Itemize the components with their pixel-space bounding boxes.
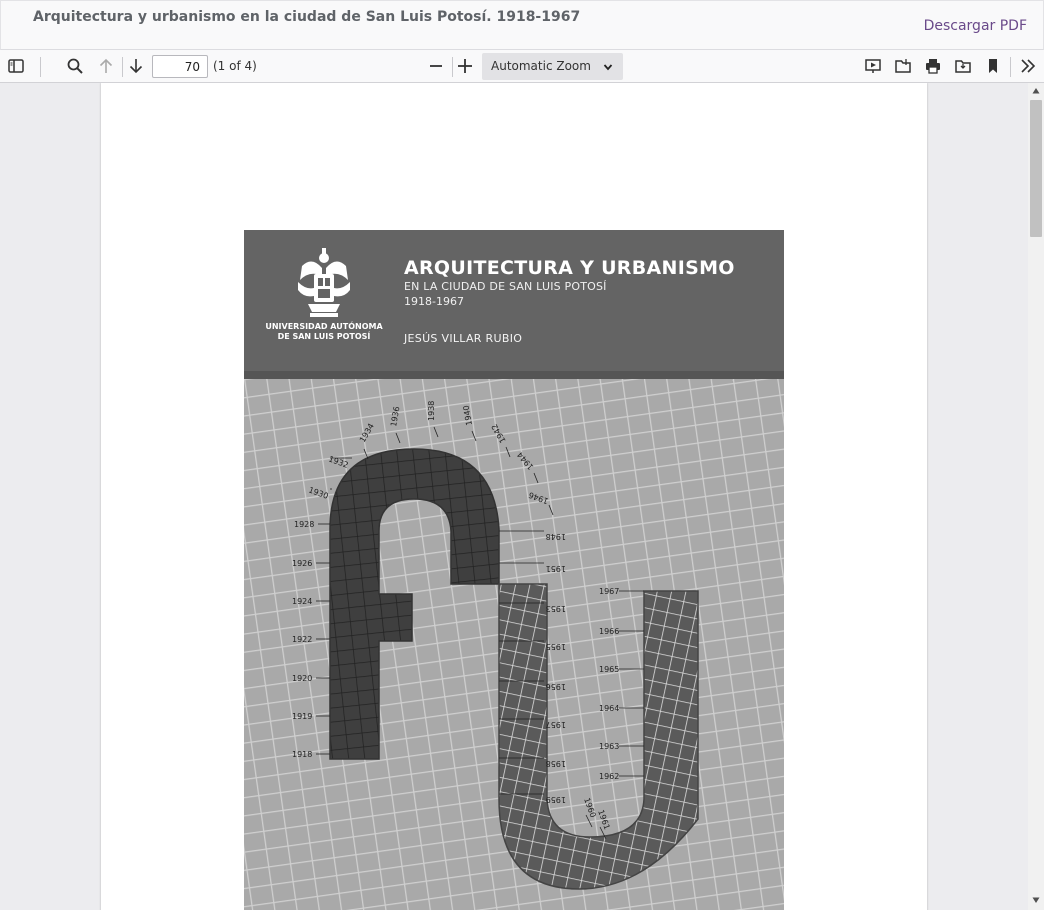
cover-year-label: 1957 — [546, 720, 566, 729]
cover-map-illustration: 1932193019281926192419221920191919181934… — [244, 379, 784, 910]
cover-header: UNIVERSIDAD AUTÓNOMA DE SAN LUIS POTOSÍ … — [244, 230, 784, 371]
university-crest-icon — [298, 248, 350, 317]
previous-page-button[interactable] — [94, 54, 118, 78]
scroll-up-arrow-icon[interactable] — [1032, 87, 1040, 95]
arrow-up-icon — [99, 58, 113, 73]
cover-year-label: 1924 — [292, 597, 312, 606]
cover-year-label: 1920 — [292, 674, 312, 683]
page-number-input[interactable] — [152, 55, 208, 78]
document-title: Arquitectura y urbanismo en la ciudad de… — [33, 9, 581, 25]
bookmark-icon — [989, 59, 997, 73]
page-count-label: (1 of 4) — [213, 59, 257, 73]
zoom-select-value: Automatic Zoom — [491, 59, 591, 73]
double-chevron-right-icon — [1021, 59, 1036, 73]
cover-subtitle: EN LA CIUDAD DE SAN LUIS POTOSÍ — [404, 280, 607, 293]
cover-author: JESÚS VILLAR RUBIO — [404, 332, 523, 345]
cover-year-label: 1959 — [546, 795, 566, 804]
cover-year-label: 1965 — [599, 665, 619, 674]
search-icon — [67, 58, 83, 74]
pdf-toolbar: (1 of 4) Automatic Zoom — [0, 50, 1044, 83]
document-header: Arquitectura y urbanismo en la ciudad de… — [0, 0, 1044, 50]
arrow-down-icon — [129, 59, 143, 74]
toolbar-divider — [122, 57, 123, 77]
cover-year-label: 1963 — [599, 742, 619, 751]
print-icon — [926, 59, 940, 74]
cover-title: ARQUITECTURA Y URBANISMO — [404, 257, 735, 279]
zoom-in-button[interactable] — [453, 54, 477, 78]
presentation-mode-button[interactable] — [861, 54, 885, 78]
cover-year-label: 1953 — [546, 604, 566, 613]
cover-divider-strip — [244, 371, 784, 379]
save-button[interactable] — [951, 54, 975, 78]
print-button[interactable] — [921, 54, 945, 78]
cover-year-label: 1955 — [546, 642, 566, 651]
find-button[interactable] — [63, 54, 87, 78]
save-icon — [955, 60, 971, 73]
cover-year-label: 1967 — [599, 587, 619, 596]
tools-menu-button[interactable] — [1016, 54, 1040, 78]
scrollbar-thumb[interactable] — [1030, 100, 1042, 237]
cover-year-label: 1962 — [599, 772, 619, 781]
sidebar-toggle-button[interactable] — [4, 54, 28, 78]
cover-year-label: 1922 — [292, 635, 312, 644]
cover-year-label: 1948 — [546, 532, 566, 541]
toolbar-divider — [40, 57, 41, 77]
minus-icon — [430, 65, 442, 67]
university-name: UNIVERSIDAD AUTÓNOMA DE SAN LUIS POTOSÍ — [258, 322, 390, 342]
next-page-button[interactable] — [124, 54, 148, 78]
book-cover: UNIVERSIDAD AUTÓNOMA DE SAN LUIS POTOSÍ … — [244, 230, 784, 910]
pdf-page: UNIVERSIDAD AUTÓNOMA DE SAN LUIS POTOSÍ … — [101, 83, 927, 910]
plus-icon — [458, 59, 472, 73]
sidebar-toggle-icon — [8, 59, 24, 73]
cover-year-label: 1926 — [292, 559, 312, 568]
cover-year-label: 1918 — [292, 750, 312, 759]
toolbar-divider — [1010, 57, 1011, 77]
cover-year-label: 1958 — [546, 759, 566, 768]
cover-year-label: 1919 — [292, 712, 312, 721]
cover-year-label: 1964 — [599, 704, 619, 713]
bookmark-button[interactable] — [981, 54, 1005, 78]
cover-years: 1918-1967 — [404, 295, 464, 308]
cover-year-label: 1938 — [427, 401, 436, 421]
open-file-icon — [895, 59, 911, 73]
open-file-button[interactable] — [891, 54, 915, 78]
pdf-viewer[interactable]: UNIVERSIDAD AUTÓNOMA DE SAN LUIS POTOSÍ … — [0, 83, 1044, 910]
presentation-icon — [865, 59, 881, 73]
cover-year-label: 1951 — [546, 564, 566, 573]
cover-year-label: 1966 — [599, 627, 619, 636]
university-name-line1: UNIVERSIDAD AUTÓNOMA — [265, 322, 383, 331]
scroll-down-arrow-icon[interactable] — [1032, 896, 1040, 904]
zoom-out-button[interactable] — [424, 54, 448, 78]
download-pdf-link[interactable]: Descargar PDF — [924, 18, 1027, 34]
cover-year-label: 1956 — [546, 682, 566, 691]
university-name-line2: DE SAN LUIS POTOSÍ — [277, 332, 371, 341]
cover-year-label: 1928 — [294, 520, 314, 529]
chevron-down-icon — [603, 64, 613, 71]
zoom-select[interactable]: Automatic Zoom — [482, 53, 623, 80]
